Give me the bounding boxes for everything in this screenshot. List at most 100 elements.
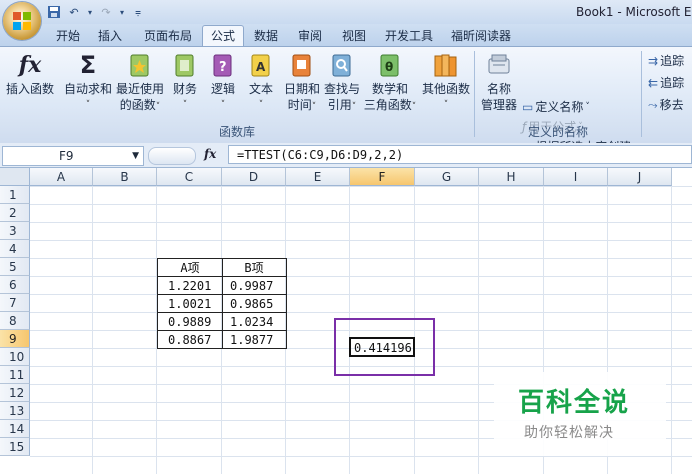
autosum-button[interactable]: Σ 自动求和 ˅ xyxy=(62,51,114,113)
name-manager-icon xyxy=(486,51,512,79)
math-trig-button[interactable]: θ 数学和 三角函数˅ xyxy=(362,51,418,115)
row-header-1[interactable]: 1 xyxy=(0,186,30,204)
table-header-a[interactable]: A项 xyxy=(158,259,222,277)
table-border xyxy=(157,294,287,295)
watermark: 百科全说 助你轻松解决 xyxy=(494,372,666,456)
define-name-icon: ▭ xyxy=(522,100,534,114)
row-header-11[interactable]: 11 xyxy=(0,366,30,384)
column-header-g[interactable]: G xyxy=(415,168,479,186)
text-button[interactable]: A 文本 ˅ xyxy=(244,51,278,113)
remove-arrows-icon: ⤳ xyxy=(648,98,658,112)
tab-data[interactable]: 数据 xyxy=(248,27,284,46)
group-separator xyxy=(474,51,475,137)
financial-book-icon xyxy=(172,51,198,79)
insert-function-fx-icon[interactable]: fx xyxy=(204,147,216,161)
office-logo-icon xyxy=(13,12,31,30)
column-header-j[interactable]: J xyxy=(608,168,672,186)
row-header-8[interactable]: 8 xyxy=(0,312,30,330)
row-header-13[interactable]: 13 xyxy=(0,402,30,420)
date-time-button[interactable]: 日期和 时间˅ xyxy=(282,51,322,115)
row-header-10[interactable]: 10 xyxy=(0,348,30,366)
table-cell[interactable]: 1.0021 xyxy=(158,295,222,313)
row-header-5[interactable]: 5 xyxy=(0,258,30,276)
table-header-b[interactable]: B项 xyxy=(222,259,286,277)
books-stack-icon xyxy=(433,51,459,79)
text-book-icon: A xyxy=(248,51,274,79)
title-bar: ↶ ▾ ↷ ▾ ⩦ Book1 - Microsoft Ex xyxy=(0,0,692,24)
row-header-4[interactable]: 4 xyxy=(0,240,30,258)
table-cell[interactable]: 0.9889 xyxy=(158,313,222,331)
trace-precedents-button[interactable]: ⇉ 追踪 xyxy=(648,53,684,69)
recent-functions-button[interactable]: 最近使用 的函数˅ xyxy=(114,51,166,115)
tab-home[interactable]: 开始 xyxy=(50,27,86,46)
tab-insert[interactable]: 插入 xyxy=(92,27,128,46)
gridline xyxy=(671,186,672,474)
column-header-d[interactable]: D xyxy=(222,168,286,186)
tab-foxit-reader[interactable]: 福昕阅读器 xyxy=(446,27,516,46)
svg-text:θ: θ xyxy=(385,60,393,74)
more-functions-button[interactable]: 其他函数 ˅ xyxy=(420,51,472,113)
tab-developer[interactable]: 开发工具 xyxy=(378,27,440,46)
lookup-reference-button[interactable]: 查找与 引用˅ xyxy=(322,51,362,115)
sigma-icon: Σ xyxy=(79,51,97,79)
row-header-2[interactable]: 2 xyxy=(0,204,30,222)
table-cell[interactable]: 0.9865 xyxy=(222,295,286,313)
row-header-15[interactable]: 15 xyxy=(0,438,30,456)
row-header-9[interactable]: 9 xyxy=(0,330,30,348)
define-name-button[interactable]: ▭ 定义名称 ˅ xyxy=(522,99,590,115)
logical-button[interactable]: ? 逻辑 ˅ xyxy=(206,51,240,113)
tab-formulas[interactable]: 公式 xyxy=(202,25,244,47)
dropdown-icon[interactable]: ▾ xyxy=(86,4,94,20)
gridline xyxy=(92,186,93,474)
table-border xyxy=(157,276,287,277)
table-border xyxy=(222,258,223,349)
calendar-book-icon xyxy=(289,51,315,79)
name-box[interactable]: F9 ▼ xyxy=(2,146,144,166)
formula-input[interactable]: =TTEST(C6:C9,D6:D9,2,2) xyxy=(228,145,692,164)
office-button[interactable] xyxy=(3,2,41,40)
trace-dependents-button[interactable]: ⇇ 追踪 xyxy=(648,75,684,91)
chevron-down-icon[interactable]: ▼ xyxy=(132,147,139,165)
financial-button[interactable]: 财务 ˅ xyxy=(168,51,202,113)
table-cell[interactable]: 0.8867 xyxy=(158,331,222,349)
magnifier-book-icon xyxy=(329,51,355,79)
customize-qat-icon[interactable]: ⩦ xyxy=(130,4,146,20)
fx-icon: fx xyxy=(18,52,42,78)
column-header-h[interactable]: H xyxy=(479,168,544,186)
table-cell[interactable]: 1.9877 xyxy=(222,331,286,349)
table-cell[interactable]: 0.9987 xyxy=(222,277,286,295)
tab-review[interactable]: 审阅 xyxy=(292,27,328,46)
column-header-i[interactable]: I xyxy=(544,168,608,186)
row-header-12[interactable]: 12 xyxy=(0,384,30,402)
column-header-c[interactable]: C xyxy=(157,168,222,186)
save-icon[interactable] xyxy=(46,4,62,20)
insert-function-button[interactable]: fx 插入函数 xyxy=(2,51,58,97)
group-label-function-library: 函数库 xyxy=(218,125,255,139)
name-manager-button[interactable]: 名称 管理器 xyxy=(478,51,520,113)
row-header-7[interactable]: 7 xyxy=(0,294,30,312)
column-header-e[interactable]: E xyxy=(286,168,350,186)
column-header-b[interactable]: B xyxy=(93,168,157,186)
svg-text:A: A xyxy=(256,60,266,74)
remove-arrows-button[interactable]: ⤳ 移去 xyxy=(648,97,684,113)
undo-icon[interactable]: ↶ xyxy=(66,4,82,20)
group-separator xyxy=(641,51,642,137)
logical-book-icon: ? xyxy=(210,51,236,79)
row-header-3[interactable]: 3 xyxy=(0,222,30,240)
table-cell[interactable]: 1.2201 xyxy=(158,277,222,295)
tab-view[interactable]: 视图 xyxy=(336,27,372,46)
redo-icon[interactable]: ↷ xyxy=(98,4,114,20)
formula-bar: F9 ▼ fx =TTEST(C6:C9,D6:D9,2,2) xyxy=(0,143,692,168)
tab-page-layout[interactable]: 页面布局 xyxy=(138,27,198,46)
dropdown-icon[interactable]: ▾ xyxy=(118,4,126,20)
row-header-14[interactable]: 14 xyxy=(0,420,30,438)
row-header-6[interactable]: 6 xyxy=(0,276,30,294)
column-header-f[interactable]: F xyxy=(350,168,415,186)
column-header-a[interactable]: A xyxy=(30,168,93,186)
formula-bar-resize-handle[interactable] xyxy=(148,147,196,165)
highlight-annotation-box xyxy=(334,318,435,376)
watermark-subtitle: 助你轻松解决 xyxy=(524,425,614,441)
select-all-corner[interactable] xyxy=(0,168,30,186)
ribbon-tabs: 开始 插入 页面布局 公式 数据 审阅 视图 开发工具 福昕阅读器 xyxy=(0,24,692,47)
table-cell[interactable]: 1.0234 xyxy=(222,313,286,331)
